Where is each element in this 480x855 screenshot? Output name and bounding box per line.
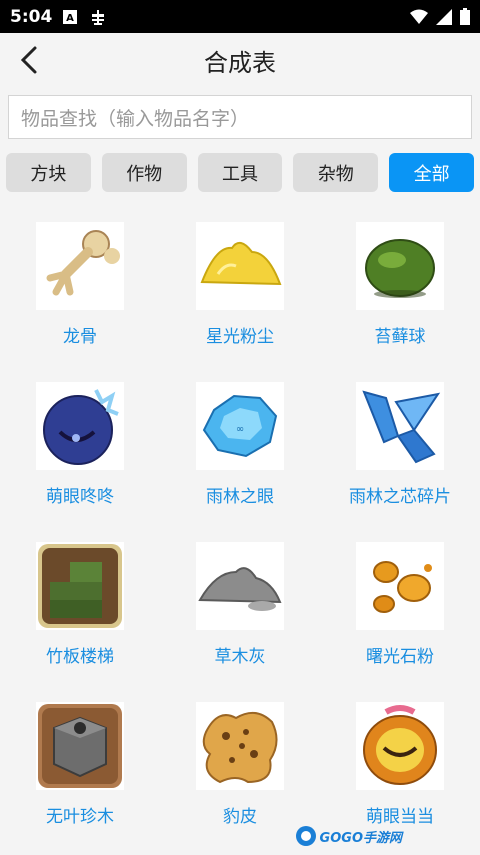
list-item[interactable]: 萌眼咚咚	[0, 382, 160, 542]
app-header: 合成表	[0, 33, 480, 88]
item-label: 星光粉尘	[206, 327, 274, 347]
watermark-text: GOGO手游网	[319, 830, 402, 846]
blue-crystal-shard-icon	[356, 382, 444, 470]
item-grid: 龙骨 星光粉尘 苔藓球 萌眼咚咚 ∞ 雨林之眼 雨林之芯碎片 竹板楼梯 草木灰 …	[0, 222, 480, 855]
item-label: 曙光石粉	[366, 647, 434, 667]
bug-notification-icon	[88, 7, 108, 27]
list-item[interactable]: 雨林之芯碎片	[320, 382, 480, 542]
stone-block-icon	[36, 702, 124, 790]
battery-icon	[460, 8, 470, 25]
list-item[interactable]: 苔藓球	[320, 222, 480, 382]
list-item[interactable]: 曙光石粉	[320, 542, 480, 702]
grey-ash-pile-icon	[196, 542, 284, 630]
svg-text:A: A	[66, 13, 74, 24]
list-item[interactable]: ∞ 雨林之眼	[160, 382, 320, 542]
amber-stone-powder-icon	[356, 542, 444, 630]
item-label: 无叶珍木	[46, 807, 114, 827]
bone-claw-icon	[36, 222, 124, 310]
tab-crops[interactable]: 作物	[101, 153, 187, 192]
list-item[interactable]: 草木灰	[160, 542, 320, 702]
page-title: 合成表	[204, 49, 276, 77]
item-label: 萌眼咚咚	[46, 487, 114, 507]
search-input[interactable]: 物品查找（输入物品名字）	[8, 95, 472, 139]
signal-icon	[436, 8, 452, 25]
item-label: 雨林之芯碎片	[349, 487, 451, 507]
item-label: 竹板楼梯	[46, 647, 114, 667]
item-label: 雨林之眼	[206, 487, 274, 507]
gogo-logo-icon	[295, 826, 316, 846]
clock: 5:04	[10, 6, 53, 27]
blue-eye-egg-icon	[36, 382, 124, 470]
golden-eye-shell-icon	[356, 702, 444, 790]
list-item[interactable]: 无叶珍木	[0, 702, 160, 855]
wifi-icon	[410, 9, 428, 25]
status-bar: 5:04 A	[0, 0, 480, 33]
category-tabs: 方块 作物 工具 杂物 全部	[6, 153, 474, 192]
svg-text:∞: ∞	[236, 424, 244, 435]
item-label: 豹皮	[223, 807, 257, 827]
tab-blocks[interactable]: 方块	[6, 153, 91, 192]
item-label: 萌眼当当	[366, 807, 434, 827]
yellow-dust-pile-icon	[196, 222, 284, 310]
bamboo-stairs-icon	[36, 542, 124, 630]
item-label: 苔藓球	[374, 327, 426, 347]
item-label: 草木灰	[214, 647, 266, 667]
keyboard-notification-icon: A	[62, 9, 78, 25]
back-button[interactable]	[14, 45, 44, 75]
blue-gem-icon: ∞	[196, 382, 284, 470]
moss-ball-icon	[356, 222, 444, 310]
tab-misc[interactable]: 杂物	[293, 153, 379, 192]
chevron-left-icon	[20, 46, 37, 74]
item-label: 龙骨	[63, 327, 97, 347]
watermark: GOGO手游网	[295, 825, 402, 847]
tab-tools[interactable]: 工具	[197, 153, 283, 192]
leopard-skin-icon	[196, 702, 284, 790]
tab-all[interactable]: 全部	[389, 153, 474, 192]
list-item[interactable]: 竹板楼梯	[0, 542, 160, 702]
list-item[interactable]: 星光粉尘	[160, 222, 320, 382]
list-item[interactable]: 龙骨	[0, 222, 160, 382]
